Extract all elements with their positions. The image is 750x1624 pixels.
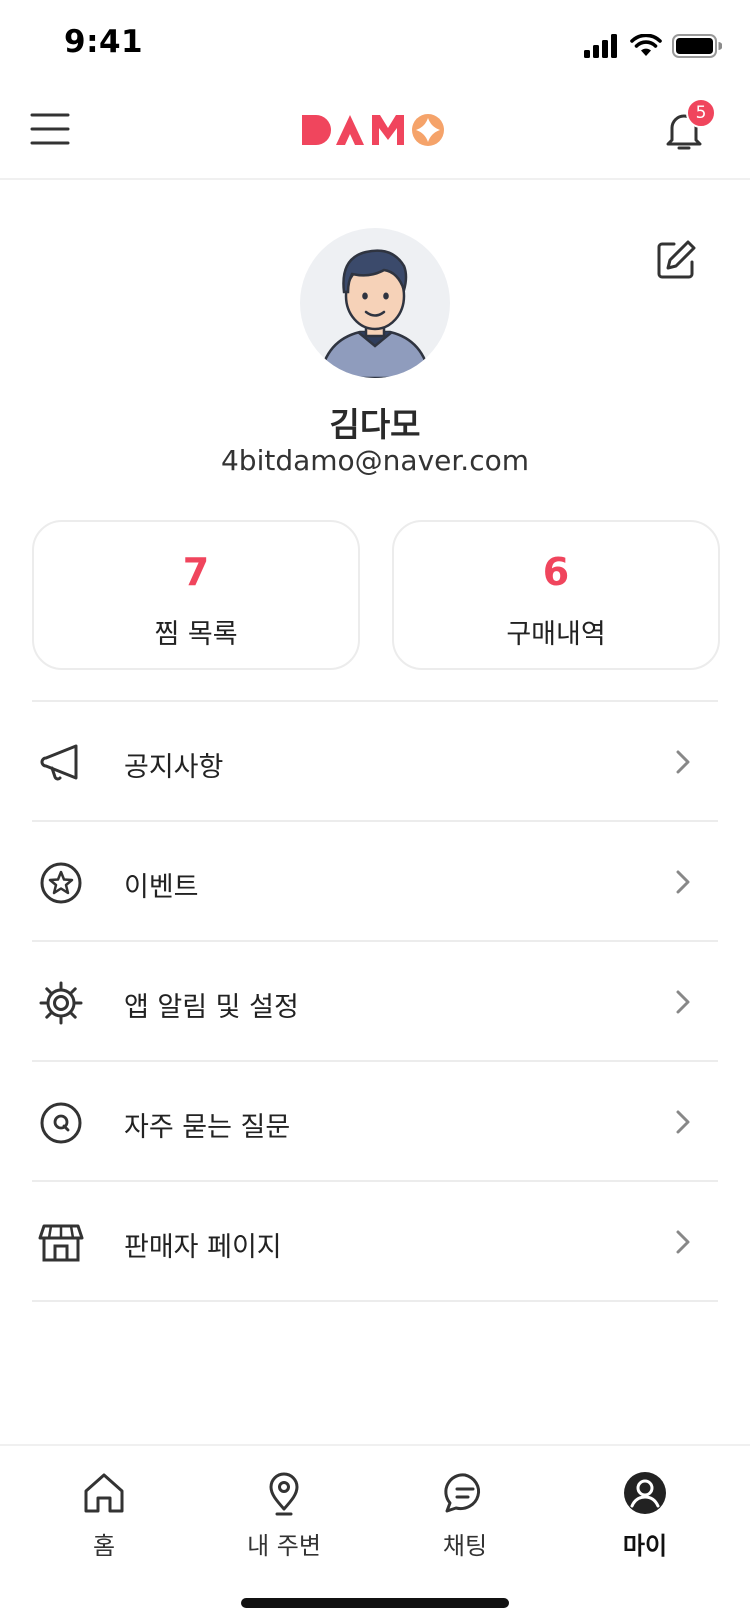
status-bar: 9:41: [0, 0, 750, 88]
profile-email: 4bitdamo@naver.com: [220, 444, 530, 477]
tab-my[interactable]: 마이: [575, 1470, 715, 1570]
avatar: [300, 228, 450, 378]
faq-icon: [40, 1102, 82, 1144]
battery-icon: [672, 34, 722, 58]
purchase-count: 6: [542, 550, 570, 594]
tab-nearby[interactable]: 내 주변: [214, 1470, 354, 1570]
menu-item-label: 자주 묻는 질문: [124, 1112, 291, 1143]
purchase-label: 구매내역: [506, 619, 606, 650]
location-pin-icon: [269, 1472, 299, 1516]
star-badge-icon: [40, 862, 82, 904]
edit-profile-button[interactable]: [654, 238, 698, 282]
menu-list: 공지사항 이벤트 앱 알림 및 설정 자주 묻는 질문 판매자 페이지: [32, 702, 718, 1302]
status-icons: [584, 32, 722, 60]
tab-home[interactable]: 홈: [34, 1470, 174, 1570]
menu-item-faq[interactable]: 자주 묻는 질문: [32, 1062, 718, 1182]
chevron-right-icon: [676, 990, 690, 1014]
megaphone-icon: [40, 744, 78, 781]
tab-chat[interactable]: 채팅: [395, 1470, 535, 1570]
user-profile-icon: [624, 1472, 666, 1514]
wishlist-label: 찜 목록: [154, 619, 238, 650]
store-icon: [38, 1224, 84, 1262]
chat-bubble-icon: [444, 1473, 481, 1513]
menu-item-seller-page[interactable]: 판매자 페이지: [32, 1182, 718, 1302]
signal-icon: [584, 34, 617, 58]
bottom-tab-bar: 홈 내 주변 채팅 마이: [0, 1444, 750, 1624]
profile-name: 김다모: [329, 405, 421, 444]
menu-item-notice[interactable]: 공지사항: [32, 702, 718, 822]
menu-item-label: 이벤트: [124, 872, 199, 903]
wishlist-count: 7: [182, 550, 210, 594]
app-header: 5: [0, 88, 750, 180]
avatar-illustration: [318, 249, 432, 378]
status-time: 9:41: [64, 24, 144, 60]
menu-item-settings[interactable]: 앱 알림 및 설정: [32, 942, 718, 1062]
wifi-icon: [630, 34, 662, 56]
tab-label: 내 주변: [247, 1532, 321, 1560]
chevron-right-icon: [676, 1110, 690, 1134]
chevron-right-icon: [676, 750, 690, 774]
damo-logo: [302, 114, 444, 146]
menu-item-label: 앱 알림 및 설정: [124, 992, 299, 1023]
edit-icon: [657, 240, 696, 279]
tab-label: 홈: [92, 1532, 116, 1560]
menu-item-event[interactable]: 이벤트: [32, 822, 718, 942]
purchase-history-card[interactable]: 6 구매내역: [392, 520, 720, 670]
wishlist-card[interactable]: 7 찜 목록: [32, 520, 360, 670]
hamburger-menu-button[interactable]: [28, 106, 74, 152]
chevron-right-icon: [676, 870, 690, 894]
tab-label: 마이: [622, 1532, 668, 1560]
menu-item-label: 공지사항: [124, 752, 224, 783]
menu-item-label: 판매자 페이지: [124, 1232, 282, 1263]
notification-button[interactable]: 5: [658, 98, 716, 156]
chevron-right-icon: [676, 1230, 690, 1254]
gear-icon: [39, 981, 83, 1025]
home-icon: [84, 1473, 124, 1513]
notification-badge: 5: [686, 98, 716, 128]
hamburger-menu-icon: [30, 113, 70, 145]
home-indicator: [241, 1598, 509, 1608]
tab-label: 채팅: [442, 1532, 488, 1560]
